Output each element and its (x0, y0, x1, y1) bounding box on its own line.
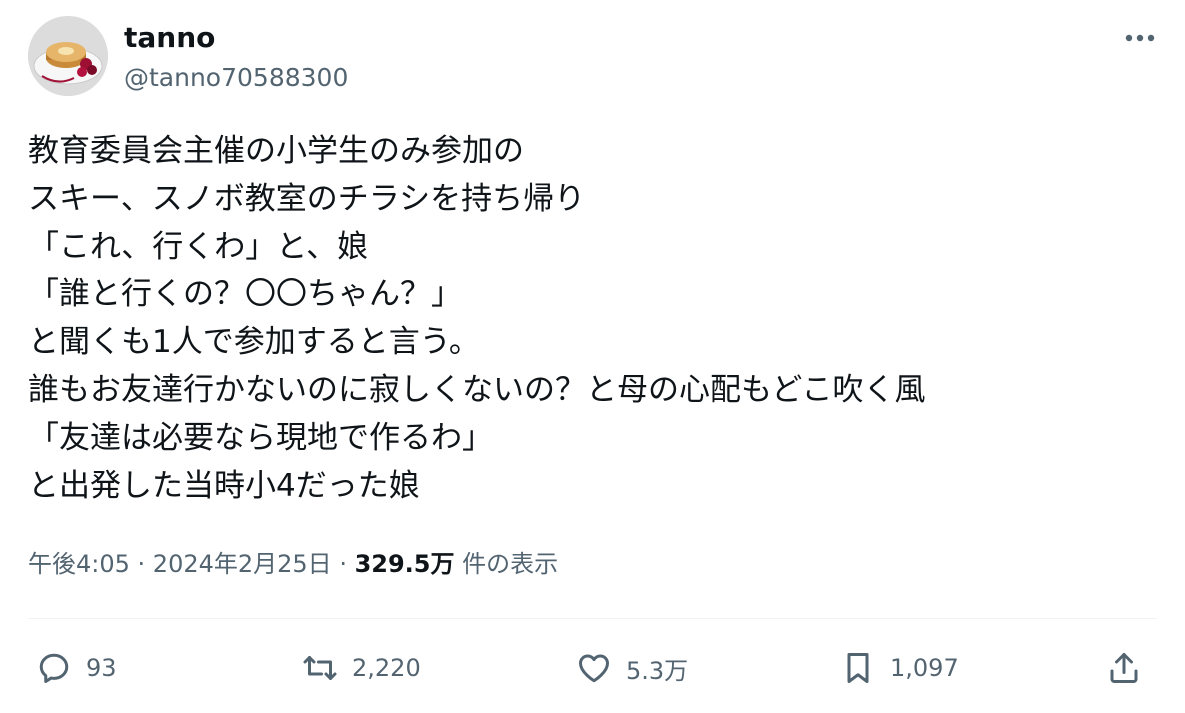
more-horizontal-icon (1125, 34, 1155, 42)
bookmark-icon (847, 653, 869, 683)
tweet-meta: 午後4:05 · 2024年2月25日 · 329.5万 件の表示 (28, 544, 558, 584)
tweet-line: 「これ、行くわ」と、娘 (28, 228, 369, 265)
share-button[interactable] (1106, 640, 1142, 696)
heart-icon (579, 654, 609, 683)
tweet-line: 教育委員会主催の小学生のみ参加の (28, 133, 524, 169)
bookmark-button[interactable]: 1,097 (840, 640, 959, 696)
retweet-icon (303, 656, 337, 680)
pancake-avatar-icon (28, 16, 108, 96)
like-button[interactable]: 5.3万 (576, 640, 688, 696)
bookmark-count: 1,097 (890, 654, 959, 682)
action-bar: 93 2,220 5.3万 1,097 (28, 640, 1157, 696)
reply-count: 93 (86, 654, 117, 682)
views-label: 件の表示 (454, 550, 559, 578)
user-handle[interactable]: @tanno70588300 (124, 62, 348, 94)
meta-separator: · (129, 550, 153, 578)
tweet-line: と出発した当時小4だった娘 (28, 467, 420, 504)
avatar[interactable] (28, 16, 108, 96)
tweet-line: 「誰と行くの？〇〇ちゃん？」 (28, 276, 462, 313)
tweet-time[interactable]: 午後4:05 (28, 550, 130, 578)
retweet-button[interactable]: 2,220 (302, 640, 421, 696)
tweet-line: 誰もお友達行かないのに寂しくないの？と母の心配もどこ吹く風 (28, 371, 926, 408)
tweet-line: スキー、スノボ教室のチラシを持ち帰り (28, 180, 586, 217)
views-count[interactable]: 329.5万 (355, 550, 455, 578)
divider (28, 618, 1157, 619)
like-count: 5.3万 (626, 656, 689, 685)
retweet-count: 2,220 (352, 654, 421, 682)
tweet-line: 「友達は必要なら現地で作るわ」 (28, 419, 493, 456)
tweet-text: 教育委員会主催の小学生のみ参加の スキー、スノボ教室のチラシを持ち帰り 「これ、… (28, 128, 1148, 510)
meta-separator: · (331, 550, 355, 578)
reply-icon (39, 653, 69, 683)
tweet-line: と聞くも1人で参加すると言う。 (28, 324, 480, 361)
more-options-button[interactable] (1118, 22, 1162, 54)
share-icon (1110, 653, 1138, 683)
reply-button[interactable]: 93 (36, 640, 117, 696)
tweet-date[interactable]: 2024年2月25日 (153, 550, 332, 578)
display-name[interactable]: tanno (124, 20, 215, 56)
